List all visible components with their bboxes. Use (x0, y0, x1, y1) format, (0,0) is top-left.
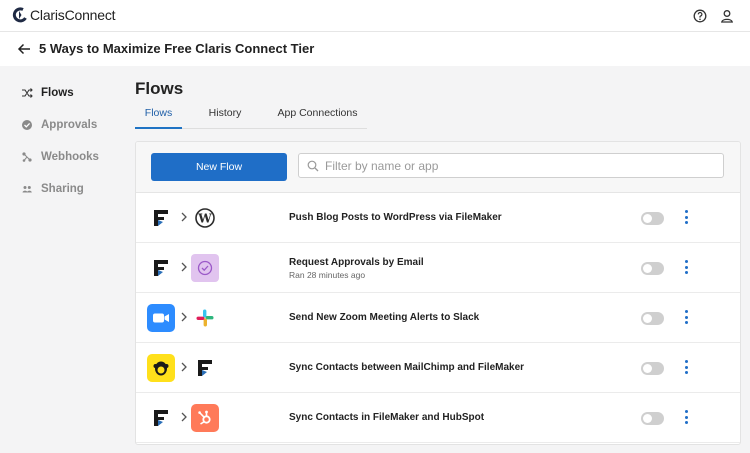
slack-icon (191, 304, 219, 332)
section-title: Flows (135, 79, 184, 98)
chevron-right-icon (181, 362, 187, 372)
flow-row-5[interactable]: Sync Contacts in FileMaker and HubSpot (136, 393, 740, 443)
search-input[interactable] (325, 158, 705, 173)
sidebar-label-webhooks: Webhooks (41, 151, 99, 163)
flow-toggle[interactable] (641, 212, 664, 225)
shuffle-icon (20, 86, 34, 100)
flow-toggle[interactable] (641, 262, 664, 275)
tab-flows[interactable]: Flows (135, 103, 182, 129)
brand-connect: Connect (64, 7, 116, 23)
flow-name: Push Blog Posts to WordPress via FileMak… (289, 212, 502, 223)
webhook-icon (20, 150, 34, 164)
page-title: 5 Ways to Maximize Free Claris Connect T… (39, 41, 315, 56)
more-options-icon[interactable] (683, 260, 689, 274)
flow-name: Sync Contacts in FileMaker and HubSpot (289, 412, 485, 423)
flows-card: New Flow W Push Blog Posts to WordPress … (135, 141, 741, 445)
flow-toggle[interactable] (641, 412, 664, 425)
sidebar-item-flows[interactable]: Flows (20, 86, 74, 100)
new-flow-button[interactable]: New Flow (151, 153, 287, 181)
flows-toolbar: New Flow (136, 142, 740, 193)
flow-toggle[interactable] (641, 312, 664, 325)
mailchimp-icon (147, 354, 175, 382)
filemaker-icon (191, 354, 219, 382)
hubspot-icon (191, 404, 219, 432)
approvals-app-icon (191, 254, 219, 282)
chevron-right-icon (181, 312, 187, 322)
back-arrow-icon[interactable] (16, 41, 32, 57)
top-bar: ClarisConnect (0, 0, 750, 32)
claris-logo-icon (12, 7, 27, 23)
brand-claris: Claris (30, 7, 65, 23)
sidebar-item-sharing[interactable]: Sharing (20, 182, 84, 196)
check-circle-icon (20, 118, 34, 132)
tab-history[interactable]: History (182, 103, 268, 128)
tab-bar: Flows History App Connections (135, 103, 367, 129)
chevron-right-icon (181, 262, 187, 272)
user-icon[interactable] (718, 7, 736, 25)
more-options-icon[interactable] (683, 310, 689, 324)
filemaker-icon (147, 404, 175, 432)
sidebar-label-flows: Flows (41, 87, 74, 99)
filemaker-icon (147, 204, 175, 232)
filemaker-icon (147, 254, 175, 282)
title-bar: 5 Ways to Maximize Free Claris Connect T… (0, 32, 750, 66)
more-options-icon[interactable] (683, 360, 689, 374)
zoom-icon (147, 304, 175, 332)
flow-name: Send New Zoom Meeting Alerts to Slack (289, 312, 480, 323)
flow-row-2[interactable]: Request Approvals by Email Ran 28 minute… (136, 243, 740, 293)
tab-app-connections[interactable]: App Connections (268, 103, 367, 128)
more-options-icon[interactable] (683, 210, 689, 224)
chevron-right-icon (181, 412, 187, 422)
sidebar-item-approvals[interactable]: Approvals (20, 118, 97, 132)
flow-last-run: Ran 28 minutes ago (289, 270, 366, 280)
flow-row-3[interactable]: Send New Zoom Meeting Alerts to Slack (136, 293, 740, 343)
flow-row-1[interactable]: W Push Blog Posts to WordPress via FileM… (136, 193, 740, 243)
help-circle-icon[interactable] (691, 7, 709, 25)
sidebar-label-sharing: Sharing (41, 183, 84, 195)
chevron-right-icon (181, 212, 187, 222)
search-icon (307, 160, 319, 171)
svg-text:W: W (197, 212, 212, 226)
people-icon (20, 182, 34, 196)
flow-name: Sync Contacts between MailChimp and File… (289, 362, 525, 373)
claris-logo[interactable]: ClarisConnect (12, 7, 116, 23)
wordpress-icon: W (191, 204, 219, 232)
flow-name: Request Approvals by Email (289, 257, 424, 268)
sidebar-item-webhooks[interactable]: Webhooks (20, 150, 99, 164)
search-box (298, 153, 724, 178)
more-options-icon[interactable] (683, 410, 689, 424)
sidebar-label-approvals: Approvals (41, 119, 98, 131)
flow-row-4[interactable]: Sync Contacts between MailChimp and File… (136, 343, 740, 393)
flow-toggle[interactable] (641, 362, 664, 375)
